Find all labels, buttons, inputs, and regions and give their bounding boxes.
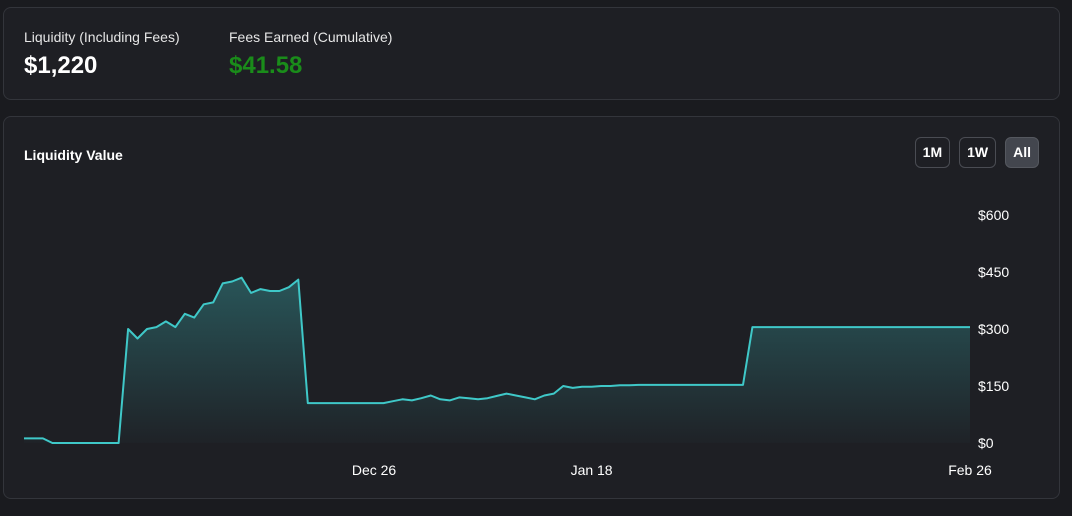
stats-card: Liquidity (Including Fees) $1,220 Fees E…	[3, 7, 1060, 100]
fees-label: Fees Earned (Cumulative)	[229, 29, 393, 45]
chart-card: $0 $150 $300 $450 $600 Dec 26 Jan 18 Feb 26 Liq…	[3, 116, 1060, 499]
range-button-1m[interactable]: 1M	[914, 137, 951, 168]
x-tick-label: Feb 26	[948, 462, 992, 478]
x-tick-label: Jan 18	[571, 462, 613, 478]
y-tick-label: $0	[978, 435, 994, 451]
range-selector: 1M 1W All	[914, 137, 1039, 168]
range-button-all[interactable]: All	[1005, 137, 1039, 168]
fees-stat: Fees Earned (Cumulative) $41.58	[229, 28, 392, 80]
fees-value: $41.58	[229, 52, 303, 79]
liquidity-value: $1,220	[24, 52, 98, 79]
y-tick-label: $150	[978, 378, 1009, 394]
y-tick-label: $600	[978, 207, 1009, 223]
chart-title: Liquidity Value	[24, 147, 123, 163]
y-tick-label: $300	[978, 321, 1009, 337]
liquidity-stat: Liquidity (Including Fees) $1,220	[24, 28, 180, 80]
liquidity-chart: $0 $150 $300 $450 $600 Dec 26 Jan 18 Feb 26	[24, 207, 1009, 478]
liquidity-area	[24, 277, 970, 443]
liquidity-label: Liquidity (Including Fees)	[24, 29, 180, 45]
range-button-1w[interactable]: 1W	[959, 137, 997, 168]
x-tick-label: Dec 26	[352, 462, 397, 478]
y-tick-label: $450	[978, 264, 1009, 280]
